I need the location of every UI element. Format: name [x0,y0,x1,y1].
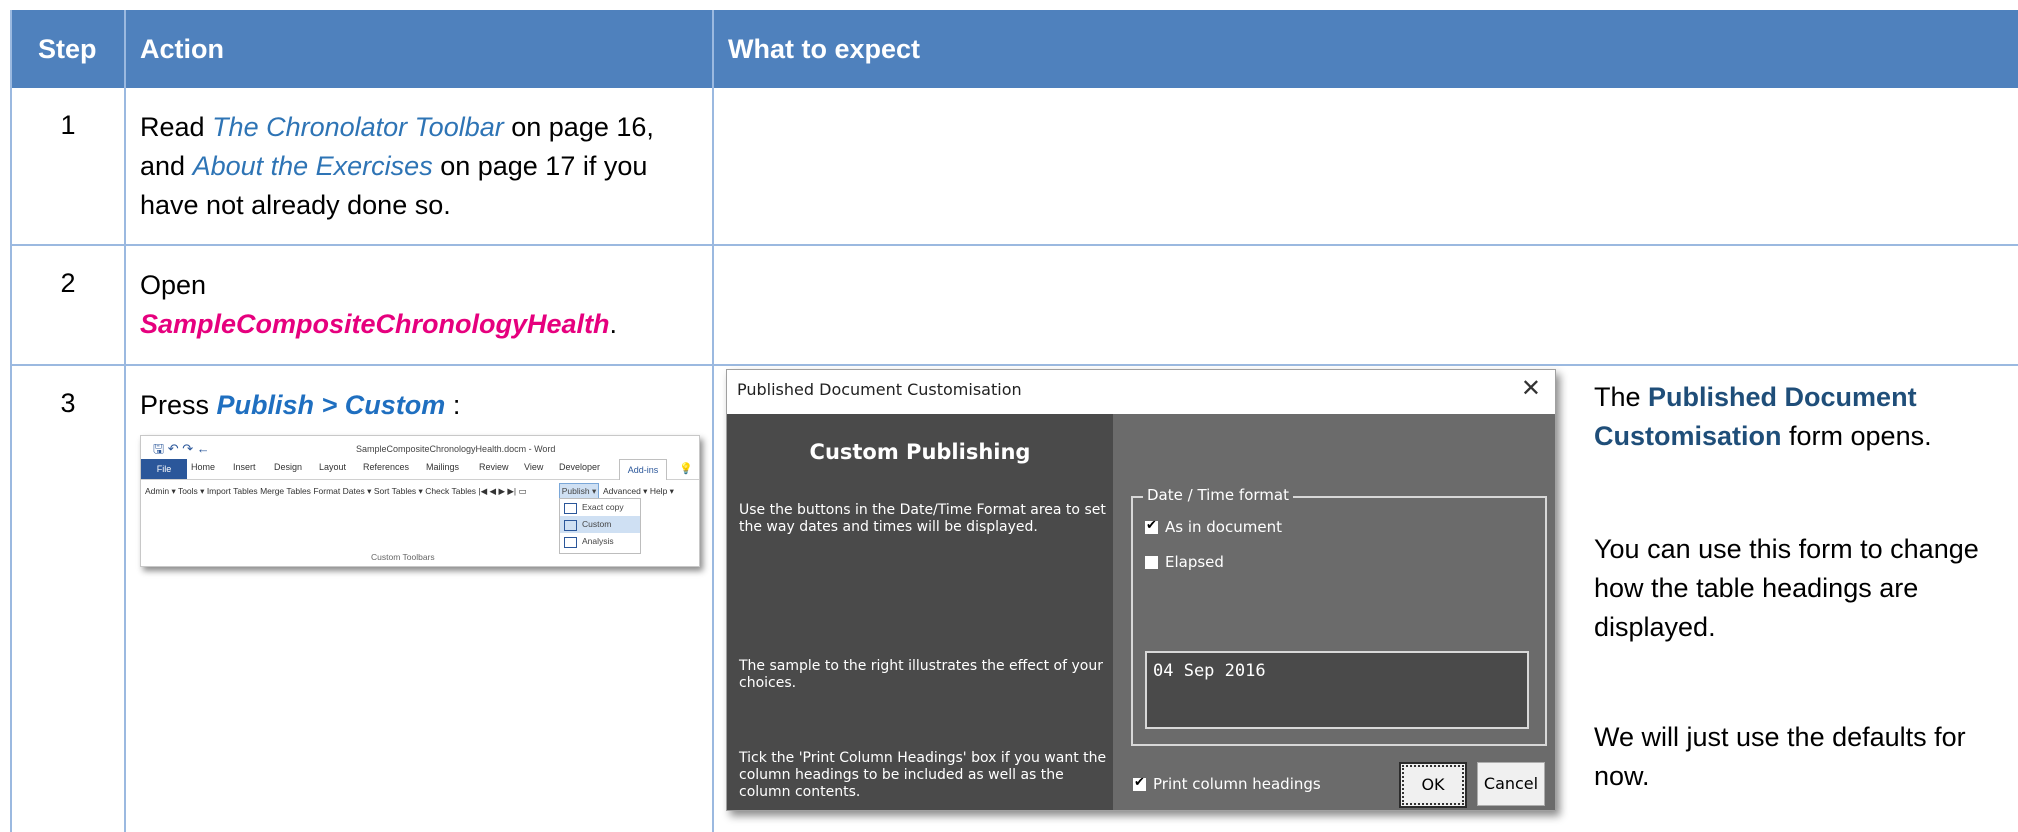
admin-menu[interactable]: Admin ▾ [145,486,176,496]
expect-text-part: form opens. [1781,421,1932,451]
expect-text-2: You can use this form to change how the … [1594,534,1979,642]
dialog-info-panel: Custom Publishing Use the buttons in the… [727,414,1113,810]
checkbox-checked-icon [1133,775,1146,791]
step-number: 3 [60,388,76,418]
tab-layout[interactable]: Layout [319,462,346,472]
action-text-part: Open [140,270,207,300]
column-divider [124,10,126,832]
form-icon [564,520,577,531]
ok-button[interactable]: OK [1399,762,1467,808]
action-text-part: on page 16, [503,112,654,142]
header-expect: What to expect [728,34,921,64]
expect-text-3: We will just use the defaults for now. [1594,722,1966,791]
print-headings-checkbox[interactable]: Print column headings [1133,775,1321,793]
nav-arrows-icon[interactable]: |◀ ◀ ▶ ▶| ▭ [478,486,526,496]
info-text: Tick the 'Print Column Headings' box if … [739,750,1107,800]
close-icon[interactable]: ✕ [1521,374,1541,402]
ribbon-tabs: File Home Insert Design Layout Reference… [141,459,699,480]
menu-item-label: Custom [582,519,612,529]
check-tables-button[interactable]: Check Tables [425,486,476,496]
help-menu[interactable]: Help ▾ [650,486,674,496]
row-divider [12,244,2018,246]
menu-item-analysis[interactable]: Analysis [560,533,640,550]
action-text-part: Read [140,112,213,142]
action-text: Open SampleCompositeChronologyHealth. [140,266,617,344]
format-dates-menu[interactable]: Format Dates ▾ [313,486,371,496]
column-divider [712,10,714,832]
document-filename: SampleCompositeChronologyHealth [140,309,610,339]
table-icon [564,537,577,548]
action-text-part: and [140,151,193,181]
word-ribbon-screenshot: 🖫 ↶ ↷ ← SampleCompositeChronologyHealth.… [140,435,700,567]
elapsed-checkbox[interactable]: Elapsed [1145,553,1224,571]
exercises-link[interactable]: About the Exercises [193,151,433,181]
action-text-part: : [445,390,461,420]
ribbon-toolbar: Admin ▾ Tools ▾ Import Tables Merge Tabl… [145,486,526,497]
checkbox-checked-icon [1145,518,1158,534]
checkbox-label: Elapsed [1165,553,1224,571]
action-text-part: on page 17 if you [432,151,648,181]
menu-item-label: Analysis [582,536,614,546]
publish-menu[interactable]: Publish ▾ [559,483,599,499]
import-tables-button[interactable]: Import Tables [207,486,258,496]
dialog-title: Published Document Customisation [737,380,1022,399]
checkbox-icon [1145,556,1158,569]
cancel-button[interactable]: Cancel [1477,762,1545,806]
as-in-document-checkbox[interactable]: As in document [1145,518,1282,536]
expect-text-1: The Published Document Customisation for… [1594,378,2014,456]
date-time-format-group: Date / Time format As in document Elapse… [1131,486,1547,746]
action-text-part: . [609,309,618,339]
tab-insert[interactable]: Insert [233,462,256,472]
tab-file[interactable]: File [141,459,187,479]
step-number: 1 [60,110,76,140]
header-step: Step [38,34,97,64]
sort-tables-menu[interactable]: Sort Tables ▾ [374,486,423,496]
group-title: Date / Time format [1143,486,1293,504]
tools-menu[interactable]: Tools ▾ [178,486,204,496]
info-text: The sample to the right illustrates the … [739,658,1103,691]
action-text: Read The Chronolator Toolbar on page 16,… [140,108,654,225]
tab-mailings[interactable]: Mailings [426,462,459,472]
checkbox-label: As in document [1165,518,1282,536]
advanced-label: Advanced ▾ [603,486,648,496]
header-action: Action [140,34,224,64]
step-number: 2 [60,268,76,298]
advanced-menu[interactable]: Advanced ▾ Help ▾ [603,486,674,497]
document-icon [564,503,577,514]
tab-developer[interactable]: Developer [559,462,600,472]
info-text: Use the buttons in the Date/Time Format … [739,502,1106,535]
toolbar-link[interactable]: The Chronolator Toolbar [212,112,504,142]
merge-tables-button[interactable]: Merge Tables [260,486,311,496]
tab-references[interactable]: References [363,462,409,472]
tab-design[interactable]: Design [274,462,302,472]
action-text-part: have not already done so. [140,190,451,220]
menu-item-custom[interactable]: Custom [560,516,640,533]
group-label: Custom Toolbars [371,552,435,562]
customisation-dialog: Published Document Customisation ✕ Custo… [726,369,1556,811]
dialog-heading: Custom Publishing [809,440,1031,464]
tab-add-ins[interactable]: Add-ins [619,459,667,480]
date-sample-box: 04 Sep 2016 [1145,651,1529,729]
lightbulb-icon[interactable]: 💡 [679,462,693,475]
word-window-title: SampleCompositeChronologyHealth.docm - W… [356,444,556,454]
table-header: Step Action What to expect [12,10,2018,88]
tab-review[interactable]: Review [479,462,509,472]
action-text-part: Press [140,390,217,420]
menu-path: Publish > Custom [216,390,446,420]
menu-item-exact-copy[interactable]: Exact copy [560,499,640,516]
menu-item-label: Exact copy [582,502,624,512]
dialog-options-panel: Date / Time format As in document Elapse… [1113,414,1555,810]
tab-home[interactable]: Home [191,462,215,472]
expect-text-part: The [1594,382,1649,412]
publish-dropdown: Exact copy Custom Analysis [559,498,641,554]
checkbox-label: Print column headings [1153,775,1321,793]
action-text: Press Publish > Custom : [140,386,460,425]
tab-view[interactable]: View [524,462,543,472]
row-divider [12,364,2018,366]
